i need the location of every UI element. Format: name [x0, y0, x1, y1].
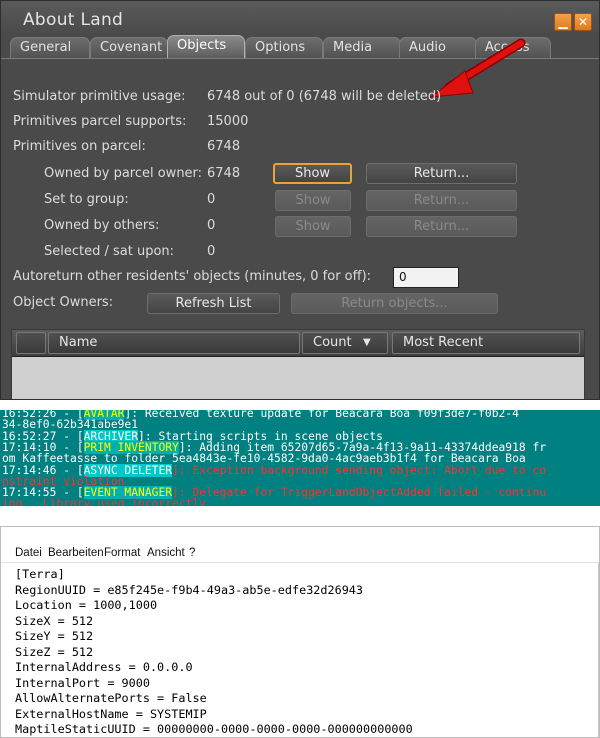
about-land-window: About Land ▁ ✕ General Covenant Objects …: [0, 0, 600, 400]
notepad-line: [Terra]: [15, 567, 65, 581]
notepad-line: Location = 1000,1000: [15, 598, 158, 612]
notepad-scroll-edge: [598, 563, 599, 737]
object-owners-table: Name Count ▼ Most Recent: [11, 329, 585, 399]
menu-ansicht[interactable]: Ansicht: [147, 547, 185, 559]
sort-desc-icon: ▼: [363, 337, 371, 348]
autoreturn-input[interactable]: 0: [393, 267, 459, 288]
object-owners-label: Object Owners:: [13, 295, 114, 310]
return-owner-button[interactable]: Return...: [366, 163, 517, 184]
owned-by-owner-label: Owned by parcel owner:: [44, 166, 203, 181]
return-group-button[interactable]: Return...: [366, 190, 517, 211]
on-parcel-value: 6748: [207, 139, 241, 154]
close-icon: ✕: [577, 15, 589, 29]
tab-media[interactable]: Media: [323, 37, 401, 59]
parcel-supports-value: 15000: [207, 114, 249, 129]
set-to-group-label: Set to group:: [44, 192, 129, 207]
notepad-window: Datei Bearbeiten Format Ansicht ? [Terra…: [0, 526, 600, 738]
notepad-text-area[interactable]: [Terra] RegionUUID = e85f245e-f9b4-49a3-a…: [15, 567, 585, 737]
column-most-recent[interactable]: Most Recent: [392, 332, 580, 354]
refresh-list-button[interactable]: Refresh List: [147, 293, 280, 314]
simulator-usage-value: 6748 out of 0 (6748 will be deleted): [207, 89, 442, 104]
console-line-message: ]: Exception background sending object: …: [172, 463, 547, 477]
notepad-line: MaptileStaticUUID = 00000000-0000-0000-0…: [15, 722, 413, 736]
notepad-line: RegionUUID = e85f245e-f9b4-49a3-ab5e-edf…: [15, 582, 364, 597]
notepad-line: SizeZ = 512: [15, 644, 94, 659]
simulator-usage-label: Simulator primitive usage:: [13, 89, 186, 104]
menu-datei[interactable]: Datei: [15, 547, 42, 559]
console-line: ing. Library used incorrectly: [2, 498, 206, 506]
server-console: 16:52:26 - [AVATAR]: Received texture up…: [0, 410, 600, 506]
return-others-button[interactable]: Return...: [366, 216, 517, 237]
notepad-line: SizeX = 512: [15, 613, 94, 628]
owned-by-others-label: Owned by others:: [44, 218, 160, 233]
minimize-button[interactable]: ▁: [554, 13, 572, 31]
close-button[interactable]: ✕: [574, 13, 592, 31]
notepad-line: ExternalHostName = SYSTEMIP: [15, 706, 207, 721]
show-others-button[interactable]: Show: [275, 216, 351, 237]
notepad-line: InternalAddress = 0.0.0.0: [15, 660, 193, 674]
notepad-title-strip: [1, 527, 599, 545]
show-group-button[interactable]: Show: [275, 190, 351, 211]
selected-value: 0: [207, 244, 216, 259]
menu-format[interactable]: Format: [104, 547, 140, 559]
column-name[interactable]: Name: [48, 332, 300, 354]
column-count[interactable]: Count ▼: [302, 332, 388, 354]
tab-options[interactable]: Options: [245, 37, 323, 59]
column-count-label: Count: [313, 335, 352, 350]
table-header: Name Count ▼ Most Recent: [12, 330, 584, 357]
return-objects-button[interactable]: Return objects...: [291, 293, 498, 314]
console-line-message: ]: Delegate for TriggerLandObjectAdded f…: [172, 486, 547, 500]
show-owner-button[interactable]: Show: [273, 163, 352, 184]
owned-by-others-value: 0: [207, 218, 216, 233]
notepad-line: SizeY = 512: [15, 629, 94, 643]
menu-help[interactable]: ?: [189, 547, 195, 559]
autoreturn-label: Autoreturn other residents' objects (min…: [13, 269, 372, 284]
window-title: About Land: [23, 10, 124, 30]
on-parcel-label: Primitives on parcel:: [13, 139, 146, 154]
tab-general[interactable]: General: [10, 37, 90, 59]
tab-objects[interactable]: Objects: [167, 35, 245, 59]
parcel-supports-label: Primitives parcel supports:: [13, 114, 187, 129]
tab-covenant[interactable]: Covenant: [90, 37, 168, 59]
owned-by-owner-value: 6748: [207, 166, 241, 181]
menu-bearbeiten[interactable]: Bearbeiten: [48, 547, 104, 559]
set-to-group-value: 0: [207, 192, 216, 207]
minimize-icon: ▁: [558, 15, 568, 29]
column-type[interactable]: [16, 332, 46, 354]
console-line-text: ing. Library used incorrectly: [2, 497, 207, 506]
notepad-line: InternalPort = 9000: [15, 675, 150, 690]
notepad-menubar: Datei Bearbeiten Format Ansicht ?: [1, 545, 599, 563]
selected-label: Selected / sat upon:: [44, 244, 175, 259]
console-line-message: ]: Received texture update for Beacara B…: [124, 410, 519, 420]
notepad-line: AllowAlternatePorts = False: [15, 691, 207, 705]
